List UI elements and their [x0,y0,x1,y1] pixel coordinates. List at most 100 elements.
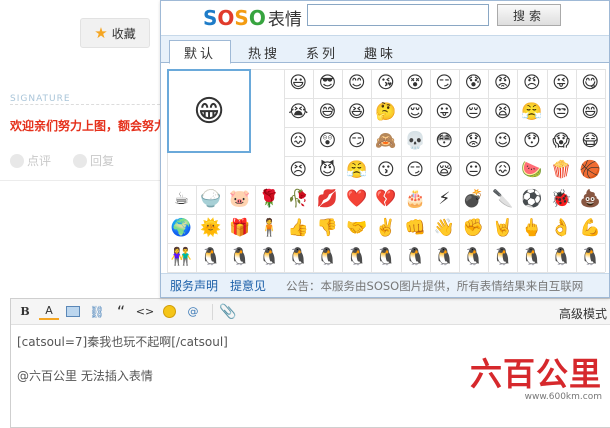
emoji-cell[interactable]: 😠 [517,69,546,98]
emoji-cell[interactable]: 😷 [576,127,605,156]
emoji-cell[interactable]: 😖 [284,127,313,156]
emoji-cell[interactable]: 😋 [576,69,605,98]
emoji-cell[interactable]: 😫 [488,98,517,127]
emoji-cell[interactable]: 🎁 [225,214,254,243]
emoji-cell[interactable]: 🐞 [547,185,576,214]
emoji-cell[interactable]: 😪 [430,156,459,185]
emoji-cell[interactable]: 😌 [401,98,430,127]
emoji-cell[interactable]: 😃 [284,69,313,98]
emoji-cell[interactable]: 😲 [313,127,342,156]
emoji-cell[interactable]: 😖 [488,156,517,185]
emoji-cell[interactable]: 🙈 [371,127,400,156]
emoji-cell[interactable]: 🍿 [547,156,576,185]
emoji-cell[interactable]: 😣 [284,156,313,185]
emoji-cell[interactable]: 🌹 [255,185,284,214]
emoji-cell[interactable]: 😘 [371,69,400,98]
tab-hot-search[interactable]: 热搜 [233,40,295,64]
emoji-cell[interactable]: 😰 [459,69,488,98]
emoji-cell[interactable]: 😟 [459,127,488,156]
emoji-cell[interactable]: 🐧 [284,243,313,272]
tab-series[interactable]: 系列 [291,40,353,64]
emoji-cell[interactable]: 👌 [547,214,576,243]
emoji-cell[interactable]: 😐 [459,156,488,185]
emoji-cell[interactable]: 😉 [488,127,517,156]
code-button[interactable]: <> [135,302,155,322]
emoji-cell[interactable]: 🐧 [342,243,371,272]
emoji-cell[interactable]: 👎 [313,214,342,243]
attachment-button[interactable]: 📎 [218,302,238,322]
emoji-cell[interactable]: 😡 [488,69,517,98]
emoji-cell[interactable]: 🐧 [488,243,517,272]
emoji-cell[interactable]: 🤔 [371,98,400,127]
emoji-cell[interactable]: 🐧 [401,243,430,272]
advanced-mode-link[interactable]: 高级模式 [559,305,607,322]
emoji-cell[interactable]: ✊ [459,214,488,243]
insert-link-button[interactable]: ⛓ [87,302,107,322]
editor-text-line-1[interactable]: [catsoul=7]秦我也玩不起啊[/catsoul] [17,333,228,350]
emoji-cell[interactable]: 💋 [313,185,342,214]
emoji-cell[interactable]: 👋 [430,214,459,243]
emoji-cell[interactable]: 🔪 [488,185,517,214]
emoji-cell[interactable]: 🐧 [371,243,400,272]
emoji-cell[interactable]: 😤 [342,156,371,185]
favorite-button[interactable]: ★ 收藏 [80,18,150,48]
reply-link[interactable]: 回复 [73,152,114,169]
tab-default[interactable]: 默认 [169,40,231,64]
emoji-cell[interactable]: 😏 [401,156,430,185]
emoji-cell[interactable]: 😳 [430,127,459,156]
emoji-cell[interactable]: ⚽ [517,185,546,214]
emoji-cell[interactable]: 🐷 [225,185,254,214]
emoji-cell[interactable]: 🌞 [196,214,225,243]
emoji-cell[interactable]: 🐧 [196,243,225,272]
tab-fun[interactable]: 趣味 [349,40,411,64]
bold-button[interactable]: B [15,302,35,322]
emoji-cell[interactable]: 🤘 [488,214,517,243]
emoji-cell[interactable]: 💔 [371,185,400,214]
emoji-cell[interactable]: 😤 [517,98,546,127]
emoji-cell[interactable]: 👊 [401,214,430,243]
emoji-cell[interactable]: 😏 [430,69,459,98]
emoji-cell[interactable]: ❤️ [342,185,371,214]
emoji-cell[interactable]: 🍉 [517,156,546,185]
emoji-cell[interactable]: 😜 [547,69,576,98]
emoji-cell[interactable]: 😅 [313,98,342,127]
emoji-cell[interactable]: 💪 [576,214,605,243]
emoji-cell[interactable]: 🌍 [167,214,196,243]
emoji-cell[interactable]: 🐧 [430,243,459,272]
emoji-cell[interactable]: ⚡ [430,185,459,214]
emoji-cell[interactable]: 😔 [459,98,488,127]
emoji-cell[interactable]: 💀 [401,127,430,156]
emoji-cell[interactable]: 🐧 [517,243,546,272]
emoji-cell[interactable]: 🐧 [459,243,488,272]
emoji-cell[interactable]: 😭 [284,98,313,127]
emoji-cell[interactable]: 😎 [313,69,342,98]
emoji-cell[interactable]: 👫 [167,243,196,272]
emoji-cell[interactable]: 😏 [342,127,371,156]
emoji-cell[interactable]: 🍚 [196,185,225,214]
emoji-cell[interactable]: 😱 [547,127,576,156]
emoji-button[interactable] [159,302,179,322]
emoji-cell[interactable]: 🥀 [284,185,313,214]
emoji-cell[interactable]: 🏀 [576,156,605,185]
insert-image-button[interactable] [63,302,83,322]
quote-button[interactable]: “ [111,302,131,322]
emoji-cell[interactable]: 😗 [371,156,400,185]
emoji-cell[interactable]: 😛 [430,98,459,127]
emoji-cell[interactable]: 🖕 [517,214,546,243]
emoji-cell[interactable]: 🤝 [342,214,371,243]
emoji-cell[interactable]: 😄 [576,98,605,127]
feedback-link[interactable]: 提意见 [230,277,266,294]
font-color-button[interactable]: A [39,304,59,320]
service-statement-link[interactable]: 服务声明 [170,277,218,294]
emoji-cell[interactable]: 🐧 [313,243,342,272]
emoji-cell[interactable]: 😒 [547,98,576,127]
emoji-cell[interactable]: 🐧 [547,243,576,272]
comment-link[interactable]: 点评 [10,152,51,169]
emoji-cell[interactable]: 🧍 [255,214,284,243]
emoji-cell[interactable]: 🐧 [255,243,284,272]
emoji-search-input[interactable] [307,4,489,26]
emoji-search-button[interactable]: 搜索 [497,4,561,26]
emoji-cell[interactable]: 😈 [313,156,342,185]
editor-text-line-2[interactable]: @六百公里 无法插入表情 [17,367,153,384]
emoji-cell[interactable]: 💣 [459,185,488,214]
